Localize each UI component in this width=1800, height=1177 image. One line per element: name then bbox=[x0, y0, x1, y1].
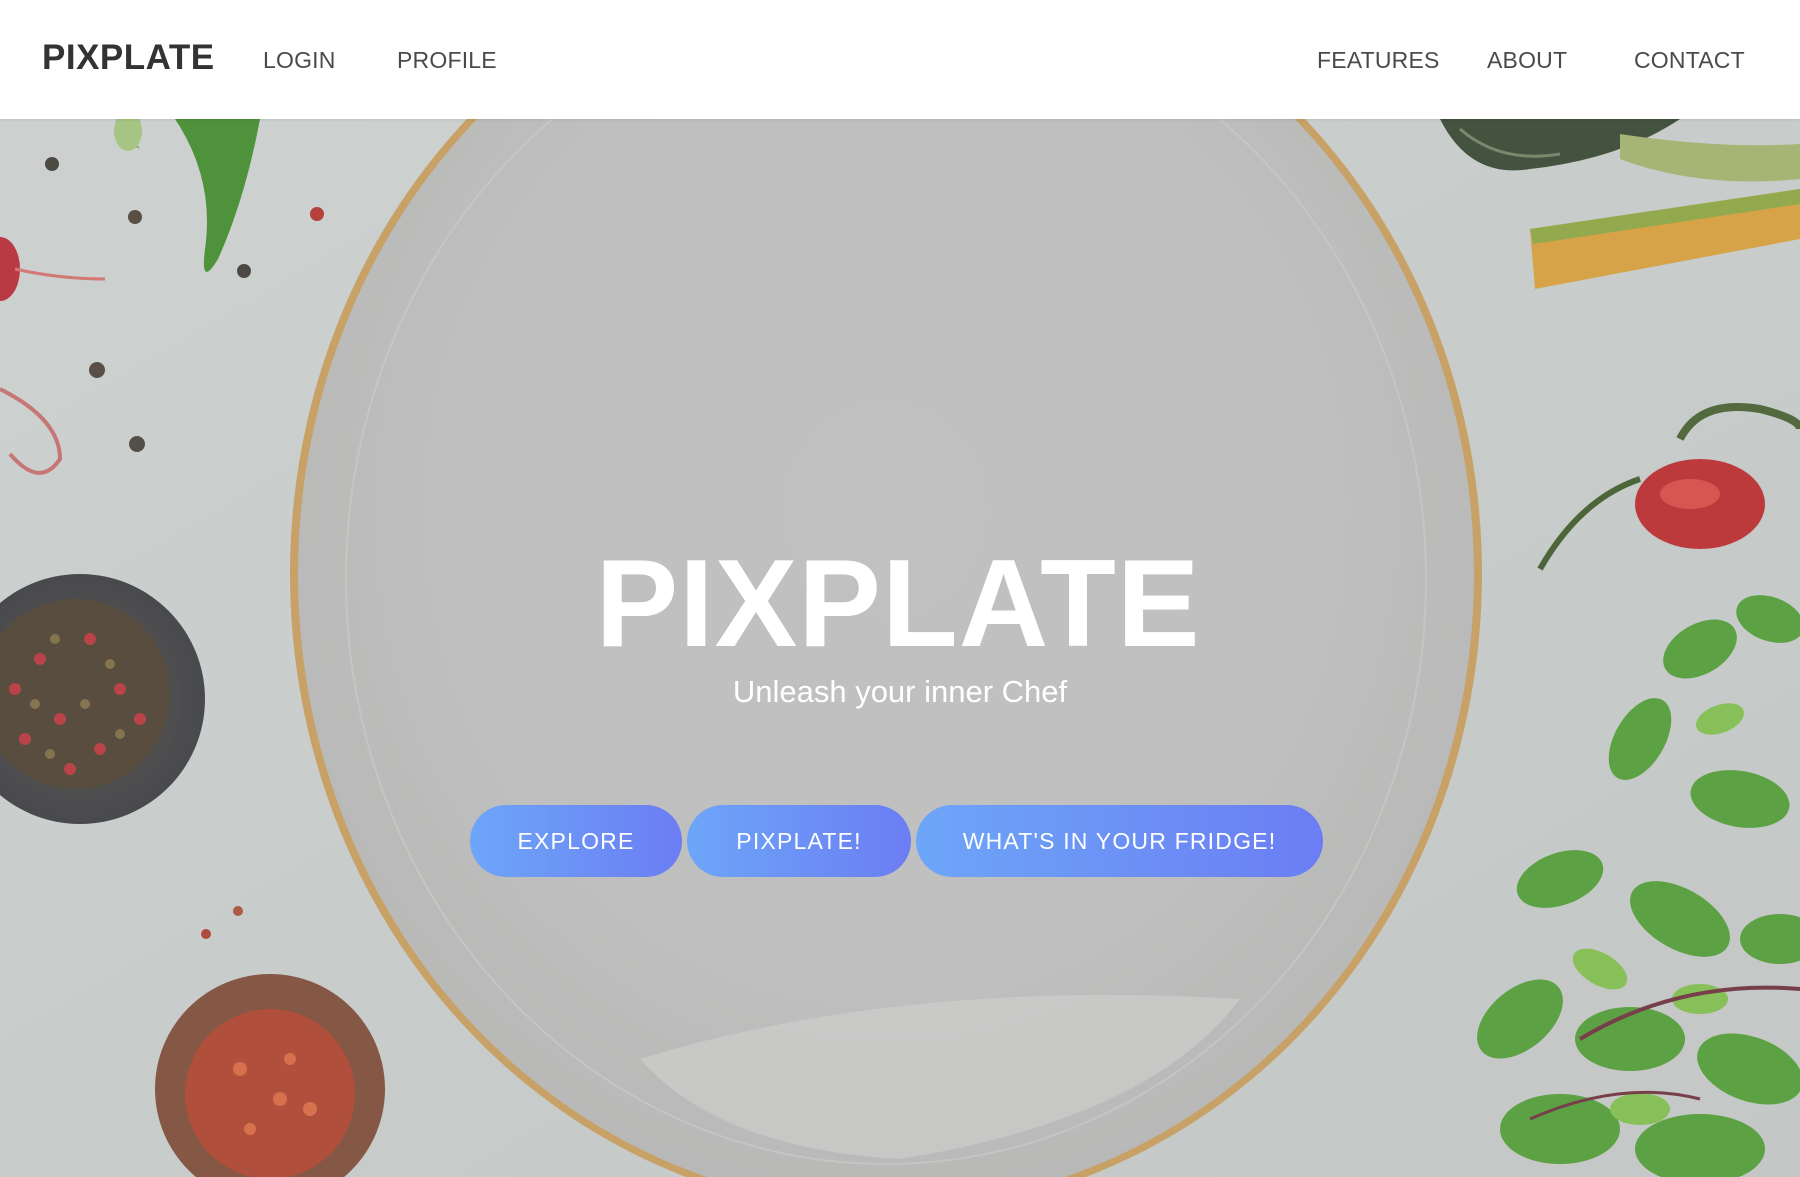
pixplate-button[interactable]: PIXPLATE! bbox=[687, 805, 911, 877]
hero-content: PIXPLATE Unleash your inner Chef EXPLORE… bbox=[0, 119, 1800, 1177]
nav-features-link[interactable]: FEATURES bbox=[1317, 44, 1440, 76]
nav-profile-link[interactable]: PROFILE bbox=[397, 44, 497, 76]
top-navbar: PIXPLATE LOGIN PROFILE FEATURES ABOUT CO… bbox=[0, 0, 1800, 119]
hero-title: PIXPLATE bbox=[595, 535, 1201, 673]
whats-in-your-fridge-button[interactable]: WHAT'S IN YOUR FRIDGE! bbox=[916, 805, 1323, 877]
nav-contact-link[interactable]: CONTACT bbox=[1634, 44, 1745, 76]
brand-logo-link[interactable]: PIXPLATE bbox=[42, 34, 215, 82]
hero-subtitle: Unleash your inner Chef bbox=[732, 674, 1068, 709]
hero-section: PIXPLATE Unleash your inner Chef EXPLORE… bbox=[0, 119, 1800, 1177]
nav-about-link[interactable]: ABOUT bbox=[1487, 44, 1567, 76]
explore-button[interactable]: EXPLORE bbox=[470, 805, 682, 877]
nav-login-link[interactable]: LOGIN bbox=[263, 44, 336, 76]
